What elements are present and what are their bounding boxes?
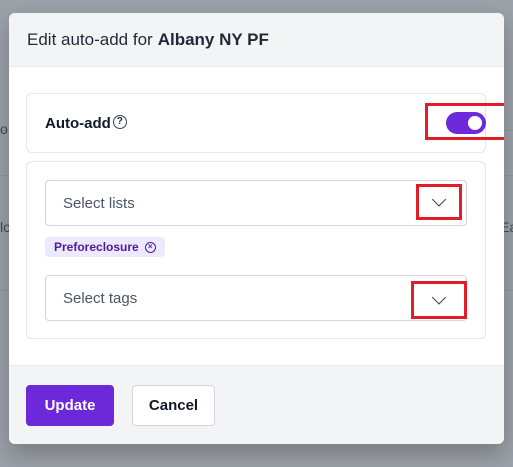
- auto-add-card: Auto-add ?: [26, 93, 504, 153]
- lists-chevron-highlight-box[interactable]: [416, 184, 462, 220]
- auto-add-label: Auto-add: [45, 114, 111, 132]
- chip-label: Preforeclosure: [54, 240, 139, 254]
- select-lists-placeholder: Select lists: [63, 194, 135, 212]
- chevron-down-icon: [431, 192, 447, 207]
- update-button[interactable]: Update: [26, 385, 114, 426]
- remove-chip-icon[interactable]: ×: [144, 241, 156, 253]
- dialog-body: Auto-add ? Select lists Preforeclosure ×…: [9, 67, 504, 365]
- tags-chevron-highlight-box[interactable]: [411, 281, 467, 319]
- select-card: Select lists Preforeclosure × Select tag…: [26, 161, 486, 339]
- chevron-down-icon: [431, 290, 447, 305]
- select-lists-dropdown[interactable]: Select lists: [45, 180, 467, 226]
- help-icon[interactable]: ?: [112, 115, 127, 129]
- edit-auto-add-dialog: Edit auto-add for Albany NY PF Auto-add …: [9, 13, 504, 444]
- auto-add-toggle[interactable]: [446, 112, 486, 134]
- dialog-header: Edit auto-add for Albany NY PF: [9, 13, 504, 67]
- dialog-title: Edit auto-add for: [27, 29, 153, 49]
- dialog-footer: Update Cancel: [9, 365, 504, 444]
- dialog-title-name: Albany NY PF: [157, 29, 269, 49]
- selected-list-chip: Preforeclosure ×: [45, 237, 165, 257]
- select-tags-dropdown[interactable]: Select tags: [45, 275, 467, 321]
- select-tags-placeholder: Select tags: [63, 289, 138, 307]
- cancel-button[interactable]: Cancel: [132, 385, 215, 426]
- toggle-knob: [468, 116, 482, 130]
